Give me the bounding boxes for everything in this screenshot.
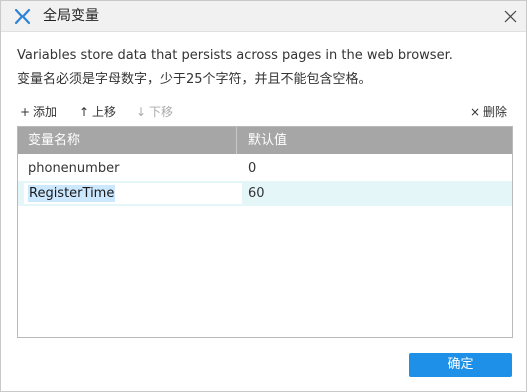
variable-name-editor[interactable]: RegisterTime: [24, 183, 242, 204]
dialog-title: 全局变量: [43, 8, 99, 24]
variables-table: 变量名称 默认值 phonenumber 0 RegisterTime 60: [17, 126, 513, 338]
close-icon[interactable]: [503, 9, 518, 24]
move-up-label: 上移: [92, 105, 117, 119]
arrow-up-icon: ↑: [78, 105, 90, 119]
table-row[interactable]: phonenumber 0: [18, 156, 512, 181]
move-up-button[interactable]: ↑ 上移: [78, 103, 116, 121]
global-variables-dialog: 全局变量 Variables store data that persists …: [0, 0, 527, 392]
selected-text[interactable]: RegisterTime: [28, 185, 116, 202]
table-row-selected[interactable]: RegisterTime 60: [18, 181, 512, 206]
default-value-cell[interactable]: 60: [248, 181, 265, 206]
column-divider[interactable]: [236, 127, 237, 154]
plus-icon: +: [19, 105, 31, 119]
description-line-2: 变量名必须是字母数字，少于25个字符，并且不能包含空格。: [17, 72, 372, 87]
arrow-down-icon: ↓: [135, 105, 147, 119]
description-line-1: Variables store data that persists acros…: [17, 48, 453, 63]
move-down-label: 下移: [149, 105, 174, 119]
column-header-default[interactable]: 默认值: [248, 127, 287, 154]
axure-logo-icon: [14, 8, 31, 25]
default-value-cell[interactable]: 0: [248, 156, 256, 181]
add-button[interactable]: + 添加: [19, 103, 57, 121]
ok-button[interactable]: 确定: [409, 353, 512, 377]
table-header: 变量名称 默认值: [18, 127, 512, 154]
title-bar: 全局变量: [1, 1, 526, 32]
delete-label: 删除: [483, 105, 508, 119]
delete-button[interactable]: × 删除: [469, 103, 507, 121]
move-down-button[interactable]: ↓ 下移: [135, 103, 173, 121]
column-header-name[interactable]: 变量名称: [28, 127, 80, 154]
add-label: 添加: [33, 105, 58, 119]
x-icon: ×: [469, 105, 481, 119]
variable-name-cell[interactable]: phonenumber: [28, 156, 119, 181]
